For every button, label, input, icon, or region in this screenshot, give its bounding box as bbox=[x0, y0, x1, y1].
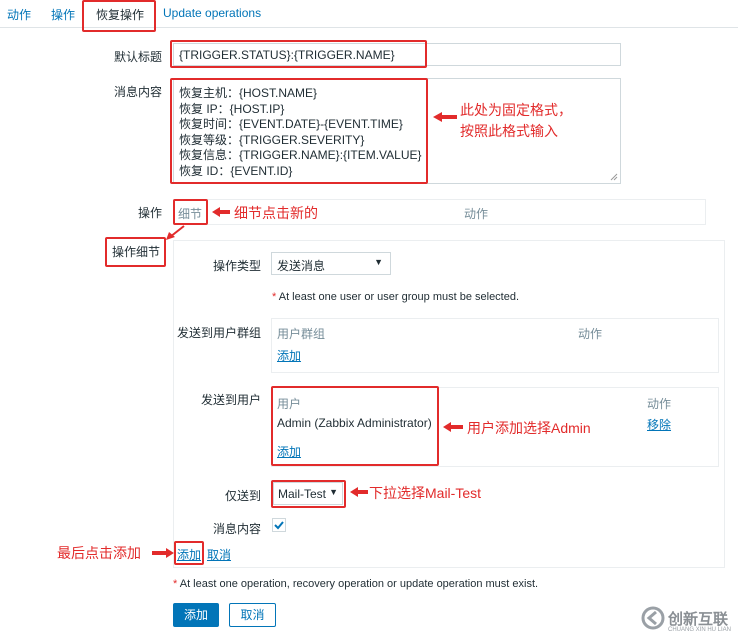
annotation-box-send-only bbox=[271, 480, 346, 508]
op-type-select[interactable]: 发送消息 ▼ bbox=[271, 252, 391, 275]
operations-action-header: 动作 bbox=[464, 207, 489, 221]
annotation-arrow-icon bbox=[350, 487, 368, 497]
tab-action[interactable]: 动作 bbox=[7, 6, 31, 23]
groups-col-group: 用户群组 bbox=[277, 327, 326, 341]
annotation-fixed-format-2: 按照此格式输入 bbox=[460, 123, 558, 139]
users-col-action: 动作 bbox=[647, 397, 672, 411]
operations-label: 操作 bbox=[137, 206, 162, 220]
annotation-arrow-icon bbox=[433, 112, 457, 122]
details-cancel-link[interactable]: 取消 bbox=[207, 546, 231, 563]
user-groups-table bbox=[271, 318, 719, 373]
message-content-label: 消息内容 bbox=[212, 522, 261, 536]
annotation-fixed-format: 此处为固定格式， bbox=[460, 102, 572, 118]
annotation-user-add-admin: 用户添加选择Admin bbox=[467, 420, 591, 436]
annotation-detail-click-new: 细节点击新的 bbox=[234, 205, 318, 221]
user-row-remove-link[interactable]: 移除 bbox=[647, 416, 671, 433]
annotation-box-operation-details bbox=[105, 237, 166, 267]
add-button[interactable]: 添加 bbox=[173, 603, 219, 627]
annotation-last-click-add: 最后点击添加 bbox=[57, 545, 141, 561]
annotation-box-recovery-tab bbox=[82, 0, 156, 32]
send-groups-label: 发送到用户群组 bbox=[176, 326, 261, 340]
op-type-value: 发送消息 bbox=[277, 259, 326, 273]
operation-required-warning-text: At least one operation, recovery operati… bbox=[179, 578, 539, 590]
annotation-dropdown-mail: 下拉选择Mail-Test bbox=[369, 485, 482, 501]
default-subject-label: 默认标题 bbox=[113, 50, 162, 64]
annotation-box-subject bbox=[170, 40, 427, 68]
op-type-label: 操作类型 bbox=[212, 259, 261, 273]
tab-update-operations[interactable]: Update operations bbox=[163, 6, 261, 20]
checkmark-icon bbox=[274, 521, 284, 530]
tab-operations[interactable]: 操作 bbox=[51, 6, 75, 23]
annotation-box-users bbox=[271, 386, 439, 466]
annotation-box-detail bbox=[173, 199, 208, 225]
send-only-label: 仅送到 bbox=[224, 489, 261, 503]
message-content-checkbox[interactable] bbox=[272, 518, 286, 532]
watermark-logo: 创新互联 CHUANG XIN HU LIAN bbox=[641, 604, 736, 638]
dropdown-arrow-icon: ▼ bbox=[374, 257, 383, 267]
annotation-arrow-icon bbox=[443, 422, 463, 432]
annotation-arrow-icon bbox=[212, 207, 230, 217]
logo-icon bbox=[641, 606, 665, 630]
annotation-arrow-icon bbox=[152, 548, 174, 558]
user-required-warning: * At least one user or user group must b… bbox=[272, 291, 520, 303]
annotation-box-add bbox=[174, 541, 204, 565]
watermark-text: 创新互联 bbox=[668, 611, 729, 628]
operation-required-warning: * At least one operation, recovery opera… bbox=[173, 578, 539, 590]
annotation-box-message bbox=[170, 78, 428, 184]
groups-add-link[interactable]: 添加 bbox=[277, 347, 301, 364]
groups-col-action: 动作 bbox=[578, 327, 603, 341]
watermark-subtext: CHUANG XIN HU LIAN bbox=[668, 627, 732, 633]
resize-handle-icon[interactable] bbox=[610, 173, 618, 181]
user-required-warning-text: At least one user or user group must be … bbox=[278, 291, 520, 303]
message-label: 消息内容 bbox=[113, 85, 162, 99]
send-users-label: 发送到用户 bbox=[200, 393, 261, 407]
cancel-button[interactable]: 取消 bbox=[229, 603, 276, 627]
